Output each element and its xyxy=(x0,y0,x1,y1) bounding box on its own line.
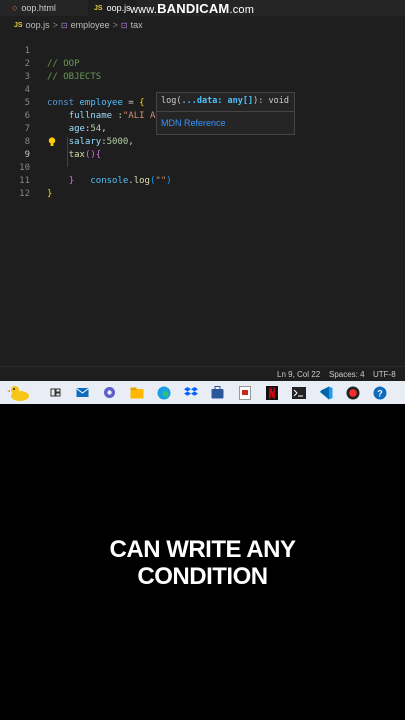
duck-icon[interactable] xyxy=(6,385,32,401)
indent-guide xyxy=(67,137,68,167)
breadcrumb-object[interactable]: employee xyxy=(71,20,110,30)
code-line: 3 xyxy=(0,58,405,82)
js-file-icon: JS xyxy=(14,21,23,29)
breadcrumb-file[interactable]: oop.js xyxy=(26,20,50,30)
tab-label: oop.js xyxy=(106,3,131,13)
code-line: 1 // OOP xyxy=(0,32,405,69)
svg-text:?: ? xyxy=(377,388,383,398)
code-line-current: 9 console.log("") xyxy=(0,136,405,186)
breadcrumb: JS oop.js > ⊡ employee > ⊡ tax xyxy=(14,18,143,32)
code-line: 2 // OBJECTS xyxy=(0,45,405,82)
html-file-icon: ◇ xyxy=(12,5,18,12)
js-file-icon: JS xyxy=(94,4,103,12)
record-icon[interactable] xyxy=(345,385,360,400)
video-caption: CAN WRITE ANY CONDITION xyxy=(0,536,405,590)
tab-oop-html[interactable]: ◇ oop.html xyxy=(12,0,56,16)
tab-label: oop.html xyxy=(21,3,56,13)
settings-icon[interactable] xyxy=(102,385,117,400)
vscode-icon[interactable] xyxy=(318,385,333,400)
task-view-icon[interactable] xyxy=(48,385,63,400)
chevron-right-icon: > xyxy=(112,20,118,30)
status-bar: Ln 9, Col 22 Spaces: 4 UTF-8 xyxy=(0,366,405,382)
dropbox-icon[interactable] xyxy=(183,385,198,400)
terminal-icon[interactable] xyxy=(291,385,306,400)
object-symbol-icon: ⊡ xyxy=(60,20,68,30)
caption-line: CONDITION xyxy=(137,563,268,590)
code-line: 12 xyxy=(0,175,405,199)
lightbulb-icon[interactable] xyxy=(48,137,56,147)
netflix-icon[interactable] xyxy=(264,385,279,400)
mail-icon[interactable] xyxy=(75,385,90,400)
encoding-setting[interactable]: UTF-8 xyxy=(373,370,396,379)
divider xyxy=(157,111,294,112)
cursor-position[interactable]: Ln 9, Col 22 xyxy=(277,370,320,379)
code-editor: ◇ oop.html JS oop.js www.BANDICAM.com JS… xyxy=(0,0,405,382)
bandicam-watermark: www.BANDICAM.com xyxy=(130,1,255,16)
code-line: 11 } xyxy=(0,162,405,199)
app-icon[interactable] xyxy=(237,385,252,400)
breadcrumb-method[interactable]: tax xyxy=(131,20,143,30)
help-icon[interactable]: ? xyxy=(372,385,387,400)
caption-line: CAN WRITE ANY xyxy=(109,536,296,563)
signature-help-popup: log(...data: any[]): void MDN Reference xyxy=(156,92,295,135)
line-number: 12 xyxy=(19,189,30,199)
chevron-right-icon: > xyxy=(52,20,58,30)
indentation-setting[interactable]: Spaces: 4 xyxy=(329,370,365,379)
file-explorer-icon[interactable] xyxy=(129,385,144,400)
store-icon[interactable] xyxy=(210,385,225,400)
edge-icon[interactable] xyxy=(156,385,171,400)
tab-bar: ◇ oop.html JS oop.js www.BANDICAM.com xyxy=(0,0,405,16)
method-symbol-icon: ⊡ xyxy=(120,20,128,30)
signature-text: log(...data: any[]): void xyxy=(161,96,289,106)
code-line: 4 const employee = { xyxy=(0,71,405,108)
mdn-reference-link[interactable]: MDN Reference xyxy=(161,118,226,128)
code-line: 10 } xyxy=(0,149,405,186)
windows-taskbar: ? xyxy=(0,381,405,404)
